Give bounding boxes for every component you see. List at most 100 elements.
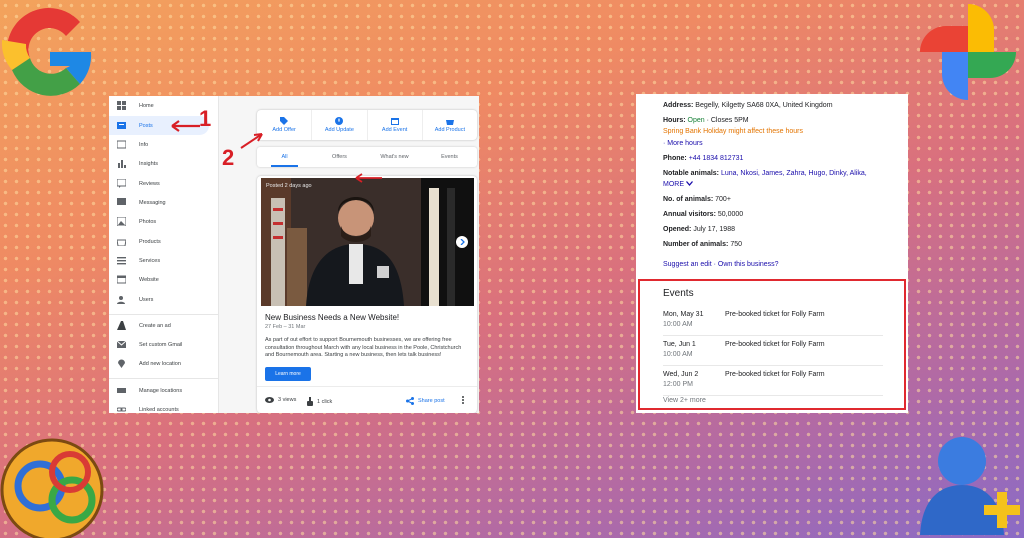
ads-icon xyxy=(117,321,126,330)
post-title: New Business Needs a New Website! xyxy=(265,313,400,322)
post-actions-bar: Add Offer Add Update Add Event Add Produ… xyxy=(257,110,477,140)
sidebar-divider xyxy=(109,378,219,379)
post-filter-tabs: All Offers What's new Events xyxy=(257,147,477,167)
phone-link[interactable]: +44 1834 812731 xyxy=(689,155,744,162)
info-icon xyxy=(117,140,126,149)
chevron-right-icon xyxy=(460,239,465,245)
hours-line: Hours: Open · Closes 5PM xyxy=(663,117,749,124)
update-icon xyxy=(335,117,344,125)
tag-icon xyxy=(280,117,289,125)
sidebar-item-label: Photos xyxy=(139,218,157,225)
views-stat: 3 views xyxy=(265,397,296,403)
sidebar-item-website[interactable]: Website xyxy=(109,270,219,289)
add-update-button[interactable]: Add Update xyxy=(312,110,368,140)
sidebar-item-insights[interactable]: Insights xyxy=(109,154,219,173)
sidebar-item-label: Add new location xyxy=(139,360,181,367)
messaging-icon xyxy=(117,198,126,207)
sidebar-item-label: Manage locations xyxy=(139,387,183,394)
sidebar-divider xyxy=(109,314,219,315)
sidebar-item-label: Posts xyxy=(139,122,153,129)
sidebar-item-services[interactable]: Services xyxy=(109,251,219,270)
sidebar-item-label: Services xyxy=(139,257,161,264)
share-icon xyxy=(406,397,414,405)
post-photo: Posted 2 days ago xyxy=(261,178,474,306)
learn-more-button[interactable]: Learn more xyxy=(265,367,311,381)
sidebar-item-photos[interactable]: Photos xyxy=(109,212,219,231)
event-row[interactable]: Tue, Jun 1 10:00 AM Pre-booked ticket fo… xyxy=(663,337,883,366)
calendar-icon xyxy=(390,118,399,125)
share-post-button[interactable]: Share post xyxy=(406,397,445,405)
sidebar-item-label: Create an ad xyxy=(139,322,171,329)
gmail-icon xyxy=(117,340,126,349)
holiday-note: Spring Bank Holiday might affect these h… xyxy=(663,128,803,135)
sidebar-item-reviews[interactable]: Reviews xyxy=(109,174,219,193)
annotation-number-one: 1 xyxy=(199,106,212,131)
photos-icon xyxy=(117,217,126,226)
sidebar-item-label: Linked accounts xyxy=(139,406,179,413)
open-status: Open xyxy=(687,117,705,124)
pointer-icon xyxy=(307,397,313,406)
sidebar-item-info[interactable]: Info xyxy=(109,135,219,154)
tab-events[interactable]: Events xyxy=(422,147,477,167)
sidebar-item-products[interactable]: Products xyxy=(109,232,219,251)
sidebar-item-label: Info xyxy=(139,141,149,148)
add-product-button[interactable]: Add Product xyxy=(423,110,477,140)
products-icon xyxy=(117,237,126,246)
basket-icon xyxy=(445,120,454,125)
suggest-edit-link[interactable]: Suggest an edit · Own this business? xyxy=(663,261,779,268)
more-hours-link[interactable]: · More hours xyxy=(663,140,703,147)
location-icon xyxy=(117,359,126,368)
post-meta: Posted 2 days ago xyxy=(266,183,312,189)
sidebar-item-label: Reviews xyxy=(139,180,160,187)
animals-links[interactable]: Luna, Nkosi, James, Zahra, Hugo, Dinky, … xyxy=(721,170,867,177)
clicks-stat: 1 click xyxy=(307,397,332,406)
tab-whats-new[interactable]: What's new xyxy=(367,147,422,167)
sidebar-item-add-location[interactable]: Add new location xyxy=(109,354,219,373)
sidebar-item-label: Insights xyxy=(139,160,158,167)
eye-icon xyxy=(265,397,274,403)
opened-line: Opened: July 17, 1988 xyxy=(663,226,735,233)
tab-all[interactable]: All xyxy=(257,147,312,167)
sidebar-item-label: Products xyxy=(139,238,161,245)
sidebar-item-users[interactable]: Users xyxy=(109,290,219,309)
post-footer: 3 views 1 click Share post xyxy=(257,386,477,413)
more-animals-button[interactable]: MORE xyxy=(663,181,693,188)
sidebar-item-label: Messaging xyxy=(139,199,166,206)
add-offer-button[interactable]: Add Offer xyxy=(257,110,313,140)
google-photos-logo-icon xyxy=(920,4,1016,100)
annotation-number-two: 2 xyxy=(222,145,235,170)
next-photo-button[interactable] xyxy=(456,236,468,248)
view-more-events-link[interactable]: View 2+ more xyxy=(663,397,706,404)
posts-main-area: Add Offer Add Update Add Event Add Produ… xyxy=(219,96,479,413)
more-options-icon[interactable] xyxy=(461,395,464,405)
sidebar-item-label: Website xyxy=(139,276,159,283)
post-date: 27 Feb – 31 Mar xyxy=(265,324,306,330)
home-grid-icon xyxy=(117,101,126,110)
phone-line: Phone: +44 1834 812731 xyxy=(663,155,744,162)
sidebar-item-label: Home xyxy=(139,102,154,109)
events-title: Events xyxy=(663,288,694,299)
sidebar-item-messaging[interactable]: Messaging xyxy=(109,193,219,212)
tab-offers[interactable]: Offers xyxy=(312,147,367,167)
google-contacts-logo-icon xyxy=(920,437,1020,535)
address-line: Address: Begelly, Kilgetty SA68 0XA, Uni… xyxy=(663,102,833,109)
annual-visitors-line: Annual visitors: 50,0000 xyxy=(663,211,744,218)
reviews-icon xyxy=(117,179,126,188)
event-row[interactable]: Wed, Jun 2 12:00 PM Pre-booked ticket fo… xyxy=(663,367,883,396)
business-dashboard-panel: Home Posts Info Insights Reviews Messagi… xyxy=(109,96,479,413)
sidebar-nav: Home Posts Info Insights Reviews Messagi… xyxy=(109,96,219,413)
events-section: Events Mon, May 31 10:00 AM Pre-booked t… xyxy=(638,279,906,410)
sidebar-item-manage-locations[interactable]: Manage locations xyxy=(109,381,219,400)
add-event-button[interactable]: Add Event xyxy=(368,110,423,140)
sidebar-item-linked-accounts[interactable]: Linked accounts xyxy=(109,400,219,413)
chevron-down-icon xyxy=(685,181,693,186)
posts-icon xyxy=(117,121,126,130)
users-icon xyxy=(117,295,126,304)
sidebar-item-posts[interactable]: Posts xyxy=(109,116,209,135)
no-of-animals-line: No. of animals: 700+ xyxy=(663,196,731,203)
post-card: Posted 2 days ago New Business Needs a N… xyxy=(257,176,477,413)
sidebar-item-create-ad[interactable]: Create an ad xyxy=(109,316,219,335)
sidebar-item-custom-gmail[interactable]: Set custom Gmail xyxy=(109,335,219,354)
event-row[interactable]: Mon, May 31 10:00 AM Pre-booked ticket f… xyxy=(663,307,883,336)
notable-animals-line: Notable animals: Luna, Nkosi, James, Zah… xyxy=(663,170,867,177)
